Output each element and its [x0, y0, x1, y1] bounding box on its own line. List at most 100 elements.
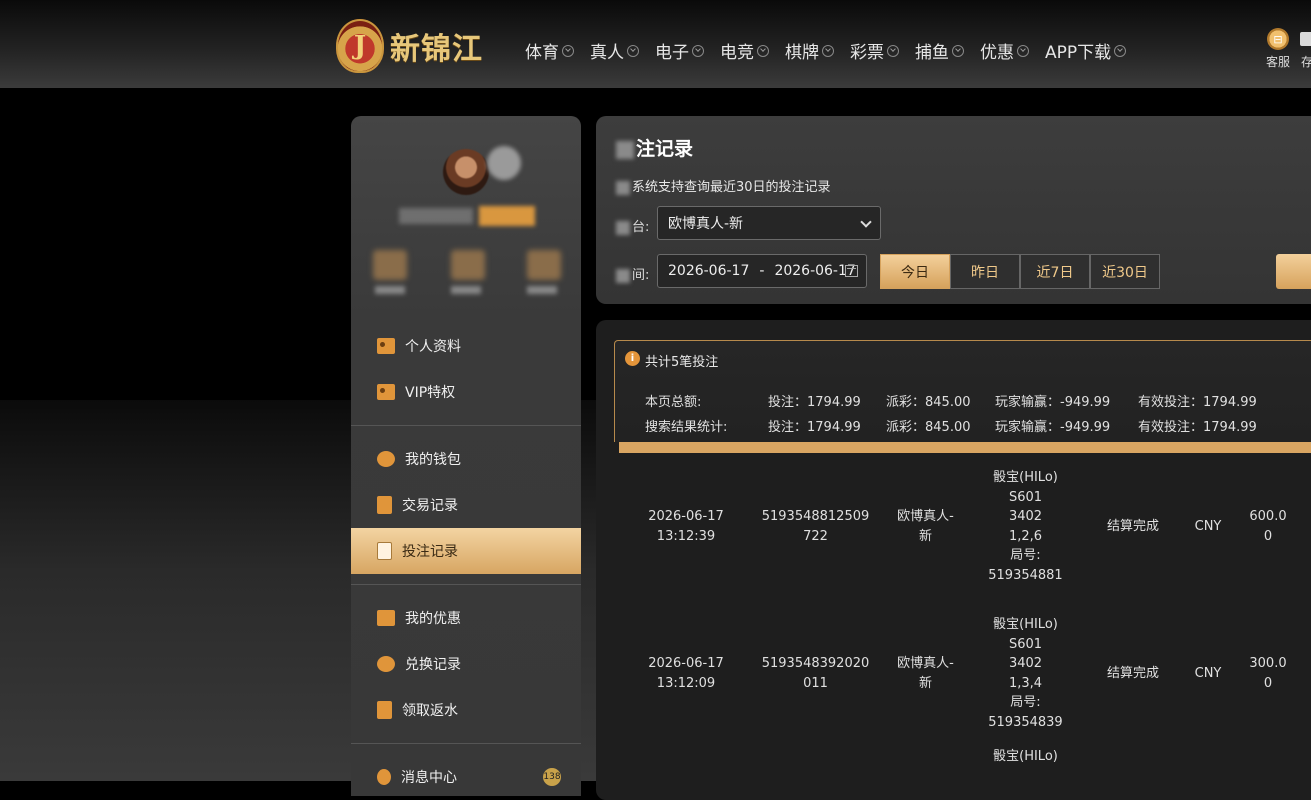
sidebar-item-label: VIP特权: [405, 385, 456, 401]
date-start: 2026-06-17: [668, 263, 750, 279]
redacted-char: [616, 180, 630, 195]
nav-item-label: 彩票: [850, 43, 884, 63]
search-button[interactable]: [1276, 254, 1311, 289]
nav-item-label: 捕鱼: [915, 43, 949, 63]
table-row[interactable]: 2026-06-17 13:12:09 5193548392020 011 欧博…: [618, 600, 1311, 747]
avatar[interactable]: [443, 149, 489, 195]
id-card-icon: [377, 338, 395, 354]
summary-valid-bet: 有效投注：1794.99: [1138, 395, 1257, 410]
summary-payout: 派彩：845.00: [886, 395, 971, 410]
nav-item-label: 棋牌: [785, 43, 819, 63]
sidebar-item-rebate[interactable]: 领取返水: [351, 687, 581, 733]
nav-item-7[interactable]: 优惠: [980, 38, 1029, 63]
quick-action-3-label: [527, 286, 557, 294]
chevron-down-icon: [627, 44, 639, 57]
cell-platform: 欧博真人- 新: [897, 509, 954, 544]
menu-divider: [351, 425, 581, 426]
gift-icon: [377, 610, 395, 626]
quick-action-1-icon[interactable]: [373, 250, 407, 280]
nav-item-4[interactable]: 棋牌: [785, 38, 834, 63]
cell-game: 骰宝(HILo): [993, 749, 1058, 764]
summary-label: 搜索结果统计:: [645, 420, 728, 435]
sidebar-item-vip[interactable]: VIP特权: [351, 369, 581, 415]
cell-game: 骰宝(HILo) S601 3402 1,2,6 局号: 519354881: [988, 470, 1063, 583]
summary-row-page: 本页总额: 投注：1794.99 派彩：845.00 玩家输赢：-949.99 …: [645, 391, 1311, 410]
filter-subtitle: 系统支持查询最近30日的投注记录: [616, 176, 831, 195]
cell-order-id: 5193548392020 011: [761, 656, 870, 691]
nav-item-6[interactable]: 捕鱼: [915, 38, 964, 63]
table-row[interactable]: 2026-06-17 13:12:39 5193548812509 722 欧博…: [618, 453, 1311, 600]
nav-item-8[interactable]: APP下载: [1045, 38, 1127, 63]
quick-action-2-icon[interactable]: [451, 250, 485, 280]
sidebar-item-label: 我的优惠: [405, 611, 461, 627]
last-7-days-button[interactable]: 近7日: [1020, 254, 1090, 289]
summary-bet: 投注：1794.99: [768, 395, 861, 410]
sidebar-item-profile[interactable]: 个人资料: [351, 323, 581, 369]
sidebar-item-wallet[interactable]: 我的钱包: [351, 436, 581, 482]
platform-select-value: 欧博真人-新: [668, 216, 744, 232]
bet-filter-panel: 注记录 系统支持查询最近30日的投注记录 台: 欧博真人-新 间: 2026-0…: [596, 116, 1311, 304]
nav-item-label: 电竞: [720, 43, 754, 63]
cell-currency: CNY: [1194, 518, 1222, 534]
customer-service-icon: ⊟: [1267, 28, 1289, 50]
nav-item-5[interactable]: 彩票: [850, 38, 899, 63]
cell-currency: CNY: [1194, 665, 1222, 681]
page-title: 注记录: [616, 134, 693, 161]
sidebar-item-messages[interactable]: 消息中心 138: [351, 754, 581, 800]
sidebar-item-label: 消息中心: [401, 770, 457, 786]
quick-date-buttons: 今日 昨日 近7日 近30日: [880, 254, 1160, 289]
table-row[interactable]: 骰宝(HILo): [618, 747, 1311, 777]
avatar-badge-icon: [487, 146, 521, 180]
quick-action-3-icon[interactable]: [527, 250, 561, 280]
deposit-icon: [1300, 32, 1311, 46]
nav-item-label: 体育: [525, 43, 559, 63]
platform-select[interactable]: 欧博真人-新: [657, 206, 881, 240]
cell-time: 2026-06-17 13:12:39: [648, 509, 724, 544]
chevron-down-icon: [887, 44, 899, 57]
chevron-down-icon: [1114, 44, 1127, 57]
cell-game: 骰宝(HILo) S601 3402 1,3,4 局号: 519354839: [988, 617, 1063, 730]
chevron-down-icon: [1017, 44, 1029, 57]
user-sidebar: 个人资料 VIP特权 我的钱包 交易记录 投注记录 我的优惠 兑换记录 领取返水…: [351, 116, 581, 796]
rebate-icon: [377, 701, 392, 719]
bet-records-table: 2026-06-17 13:12:39 5193548812509 722 欧博…: [618, 453, 1311, 777]
cell-platform: 欧博真人- 新: [897, 656, 954, 691]
nav-item-label: 真人: [590, 43, 624, 63]
summary-winloss: 玩家输赢：-949.99: [995, 395, 1111, 410]
bell-icon: [377, 769, 391, 785]
summary-winloss: 玩家输赢：-949.99: [995, 420, 1111, 435]
last-30-days-button[interactable]: 近30日: [1090, 254, 1160, 289]
main-nav: 体育 真人 电子 电竞 棋牌 彩票 捕鱼 优惠 APP下载: [525, 38, 1142, 63]
sidebar-item-label: 兑换记录: [405, 657, 461, 673]
nav-item-3[interactable]: 电竞: [720, 38, 769, 63]
table-header-bar: [619, 442, 1311, 453]
redacted-char: [616, 268, 630, 283]
date-range-input[interactable]: 2026-06-17 - 2026-06-17: [657, 254, 867, 288]
nav-item-2[interactable]: 电子: [655, 38, 704, 63]
sidebar-item-label: 领取返水: [402, 703, 458, 719]
bet-record-icon: [377, 542, 392, 560]
nav-item-1[interactable]: 真人: [590, 38, 639, 63]
vip-level-badge: [479, 206, 535, 226]
sidebar-item-bet-records[interactable]: 投注记录: [351, 528, 581, 574]
sidebar-item-promotions[interactable]: 我的优惠: [351, 595, 581, 641]
calendar-icon[interactable]: [845, 265, 858, 277]
info-icon: i: [625, 351, 640, 366]
yesterday-button[interactable]: 昨日: [950, 254, 1020, 289]
sidebar-item-transactions[interactable]: 交易记录: [351, 482, 581, 528]
cell-amount: 300.0 0: [1249, 656, 1287, 691]
nav-item-0[interactable]: 体育: [525, 38, 574, 63]
date-label: 间:: [616, 264, 649, 283]
sidebar-menu: 个人资料 VIP特权 我的钱包 交易记录 投注记录 我的优惠 兑换记录 领取返水…: [351, 323, 581, 800]
vip-card-icon: [377, 384, 395, 400]
site-logo[interactable]: J 新锦江: [336, 18, 483, 74]
today-button[interactable]: 今日: [880, 254, 950, 289]
sidebar-item-redeem[interactable]: 兑换记录: [351, 641, 581, 687]
deposit-button[interactable]: 存: [1300, 28, 1311, 70]
date-end: 2026-06-17: [774, 263, 856, 279]
summary-payout: 派彩：845.00: [886, 420, 971, 435]
bet-summary: i 共计5笔投注 本页总额: 投注：1794.99 派彩：845.00 玩家输赢…: [614, 340, 1311, 442]
customer-service-button[interactable]: ⊟ 客服: [1266, 28, 1290, 70]
message-count-badge: 138: [543, 768, 561, 786]
customer-service-label: 客服: [1266, 55, 1291, 69]
